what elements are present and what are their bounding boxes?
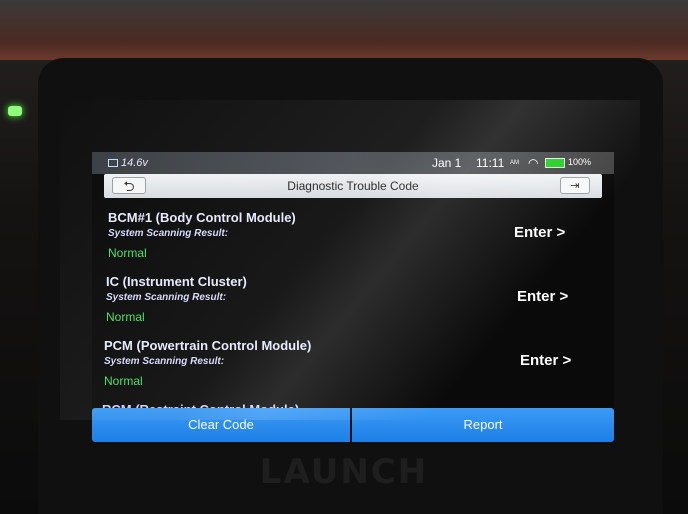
device-screen: 14.6v Jan 1 11:11 AM ◠ 100% ⮌ Diagnostic…: [92, 152, 614, 442]
module-result-status: Normal: [104, 374, 143, 388]
module-result-status: Normal: [108, 246, 147, 260]
battery-percent: 100%: [568, 157, 592, 167]
report-button[interactable]: Report: [352, 408, 614, 442]
enter-button-bcm[interactable]: Enter >: [514, 224, 565, 241]
power-led: [8, 106, 22, 116]
module-name: BCM#1 (Body Control Module): [108, 210, 296, 225]
module-row-bcm: BCM#1 (Body Control Module) System Scann…: [92, 210, 614, 274]
battery-icon: [545, 158, 565, 168]
enter-button-pcm[interactable]: Enter >: [520, 352, 571, 369]
status-date: Jan 1: [432, 156, 462, 170]
wifi-icon: ◠: [528, 156, 539, 170]
module-result-label: System Scanning Result:: [106, 292, 227, 303]
exit-icon: ⇥: [570, 180, 580, 192]
brand-logo: LAUNCH: [259, 452, 429, 492]
module-row-pcm: PCM (Powertrain Control Module) System S…: [92, 338, 614, 402]
car-battery-icon: [108, 159, 118, 167]
status-bar: 14.6v Jan 1 11:11 AM ◠ 100%: [92, 152, 614, 174]
module-name: PCM (Powertrain Control Module): [104, 338, 312, 353]
bottom-action-bar: Clear Code Report: [92, 408, 614, 442]
module-result-label: System Scanning Result:: [108, 228, 229, 239]
status-ampm: AM: [510, 160, 519, 166]
device-top-edge: [0, 0, 688, 60]
exit-button[interactable]: ⇥: [560, 177, 590, 194]
status-time: 11:11: [476, 156, 505, 170]
module-name: IC (Instrument Cluster): [106, 274, 247, 289]
title-bar: ⮌ Diagnostic Trouble Code ⇥: [104, 174, 602, 198]
enter-button-ic[interactable]: Enter >: [517, 288, 568, 305]
page-title: Diagnostic Trouble Code: [287, 179, 419, 193]
clear-code-button[interactable]: Clear Code: [92, 408, 350, 442]
module-result-label: System Scanning Result:: [104, 356, 225, 367]
module-row-ic: IC (Instrument Cluster) System Scanning …: [92, 274, 614, 338]
module-result-status: Normal: [106, 310, 145, 324]
